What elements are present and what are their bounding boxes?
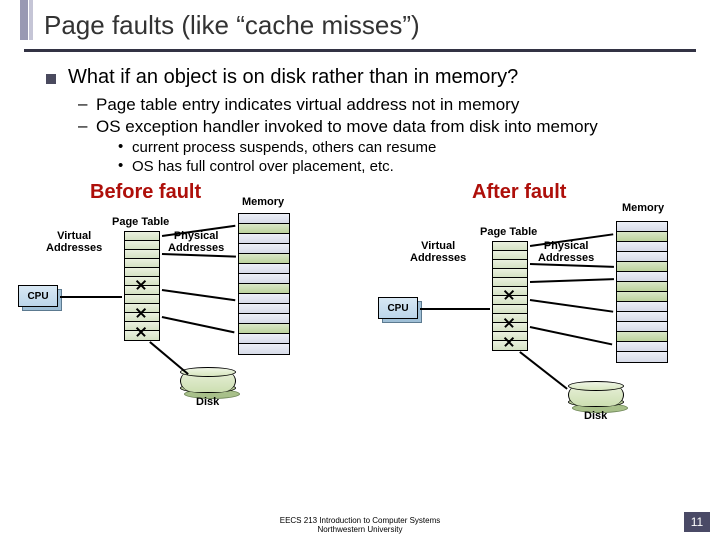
footer-line-2: Northwestern University [0,526,720,534]
bullet-l2-b: OS exception handler invoked to move dat… [78,117,690,137]
memory-label-after: Memory [622,203,664,215]
bullet-l3-b: OS has full control over placement, etc. [118,158,690,175]
cpu-box-after: CPU [378,297,418,319]
cpu-text-before: CPU [27,291,48,302]
before-fault-heading: Before fault [90,181,201,204]
line [520,351,568,389]
memory-after [616,221,668,363]
disk-label-before: Disk [196,396,219,408]
line [420,308,490,310]
line [530,299,613,312]
line [530,263,614,267]
page-number: 11 [684,512,710,532]
slide: Page faults (like “cache misses”) What i… [0,0,720,540]
cpu-text-after: CPU [387,303,408,314]
title-area: Page faults (like “cache misses”) [0,0,720,45]
accent-bar-thin [29,0,33,40]
accent-bar [20,0,28,40]
line [162,289,235,301]
disk-after [568,381,624,407]
virtual-addresses-label-before: Virtual Addresses [46,231,102,254]
content-area: What if an object is on disk rather than… [0,52,720,461]
page-table-label-after: Page Table [480,227,537,239]
line [530,326,612,345]
line [162,253,236,257]
disk-before [180,367,236,393]
disk-label-after: Disk [584,410,607,422]
bullet-l2-a: Page table entry indicates virtual addre… [78,95,690,115]
line [530,278,614,282]
cpu-box-before: CPU [18,285,58,307]
line [60,296,122,298]
diagrams-area: Before fault Memory Page Table Virtual A… [40,181,690,461]
after-fault-heading: After fault [472,181,566,204]
footer: EECS 213 Introduction to Computer System… [0,517,720,534]
page-table-after [492,241,528,351]
page-table-label-before: Page Table [112,217,169,229]
memory-label-before: Memory [242,197,284,209]
virtual-addresses-label-after: Virtual Addresses [410,241,466,264]
physical-addresses-label-after: Physical Addresses [538,241,594,264]
memory-before [238,213,290,355]
bullet-l3-a: current process suspends, others can res… [118,139,690,156]
line [150,341,189,374]
line [162,316,235,333]
bullet-l1: What if an object is on disk rather than… [46,66,690,89]
page-table-before [124,231,160,341]
slide-title: Page faults (like “cache misses”) [44,10,720,41]
